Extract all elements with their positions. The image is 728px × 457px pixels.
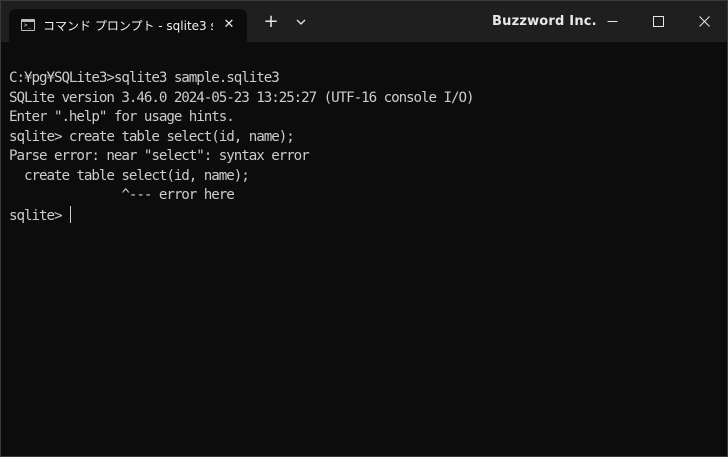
- tab-command-prompt[interactable]: >_ コマンド プロンプト - sqlite3 sample.sqlite3 ✕: [9, 9, 247, 42]
- tab-dropdown-button[interactable]: [290, 11, 312, 33]
- terminal-prompt-line[interactable]: sqlite>: [9, 205, 719, 226]
- terminal-window: >_ コマンド プロンプト - sqlite3 sample.sqlite3 ✕…: [0, 0, 728, 457]
- close-icon: [698, 16, 710, 27]
- tab-title: コマンド プロンプト - sqlite3 sample.sqlite3: [43, 19, 213, 33]
- prompt-text: sqlite>: [9, 207, 69, 224]
- terminal-line: create table select(id, name);: [9, 167, 250, 184]
- minimize-icon: [607, 21, 617, 22]
- terminal-output[interactable]: C:¥pg¥SQLite3>sqlite3 sample.sqlite3 SQL…: [9, 69, 719, 449]
- terminal-line: Parse error: near "select": syntax error: [9, 148, 310, 164]
- close-icon[interactable]: ✕: [221, 17, 237, 33]
- minimize-button[interactable]: [589, 1, 635, 42]
- terminal-line: C:¥pg¥SQLite3>sqlite3 sample.sqlite3: [9, 70, 280, 86]
- maximize-button[interactable]: [635, 1, 681, 42]
- watermark: Buzzword Inc.: [492, 14, 597, 29]
- close-window-button[interactable]: [681, 1, 727, 42]
- title-bar: >_ コマンド プロンプト - sqlite3 sample.sqlite3 ✕…: [1, 1, 727, 42]
- text-cursor: [69, 205, 72, 223]
- terminal-line: sqlite> create table select(id, name);: [9, 128, 295, 145]
- maximize-icon: [652, 16, 664, 27]
- new-tab-button[interactable]: +: [260, 11, 282, 33]
- command-prompt-icon: >_: [21, 19, 35, 31]
- chevron-down-icon: [296, 19, 306, 25]
- terminal-line: Enter ".help" for usage hints.: [9, 109, 235, 125]
- terminal-line: SQLite version 3.46.0 2024-05-23 13:25:2…: [9, 89, 475, 106]
- terminal-line: ^--- error here: [9, 187, 234, 203]
